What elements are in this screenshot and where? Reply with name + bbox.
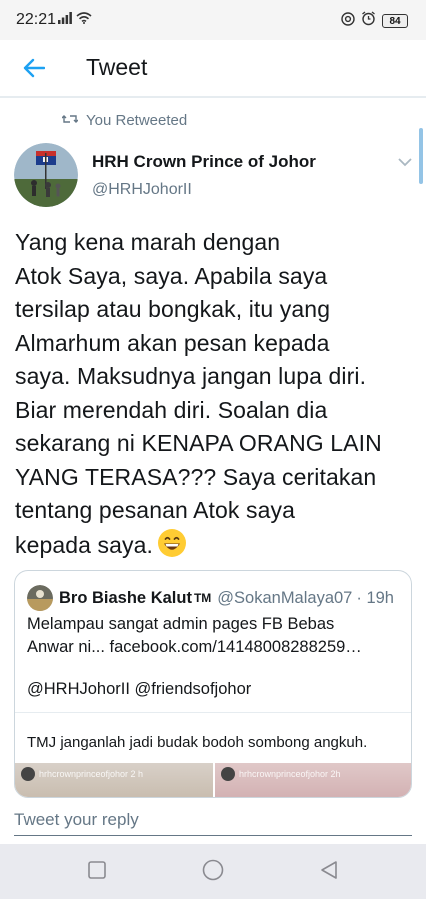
- quoted-time: · 19h: [356, 588, 394, 607]
- status-icons-right: 84: [341, 11, 408, 31]
- reply-bar: [0, 798, 426, 844]
- alarm-icon: [361, 11, 376, 31]
- quoted-author-mark: TM: [193, 591, 212, 605]
- circle-icon: [202, 859, 224, 886]
- media-thumbnail[interactable]: hrhcrownprinceofjohor 2 h: [15, 763, 213, 797]
- at-sign-icon: [341, 11, 355, 31]
- page-title: Tweet: [86, 54, 148, 80]
- quoted-tweet-header: Bro Biashe Kalut TM @SokanMalaya07 · 19h: [27, 585, 394, 611]
- quoted-tweet[interactable]: Bro Biashe Kalut TM @SokanMalaya07 · 19h…: [14, 570, 412, 798]
- author-name[interactable]: HRH Crown Prince of Johor: [92, 152, 316, 172]
- wifi-icon: [76, 11, 92, 29]
- system-nav-bar: [0, 844, 426, 899]
- media-label: hrhcrownprinceofjohor 2 h: [39, 769, 144, 779]
- quoted-avatar: [27, 585, 53, 611]
- chevron-down-icon: [398, 154, 412, 172]
- avatar[interactable]: [14, 143, 78, 207]
- back-button[interactable]: [14, 50, 54, 90]
- quoted-inner-text: TMJ janganlah jadi budak bodoh sombong a…: [27, 734, 368, 751]
- status-icons-left: [58, 12, 92, 28]
- scrollbar[interactable]: [419, 128, 423, 184]
- quoted-text-link-line[interactable]: Anwar ni... facebook.com/14148008288259…: [27, 636, 407, 659]
- retweet-icon: [61, 112, 79, 129]
- quoted-mentions[interactable]: @HRHJohorII @friendsofjohor: [27, 680, 251, 699]
- quoted-text-line: Melampau sangat admin pages FB Bebas: [27, 615, 335, 633]
- author-handle[interactable]: @HRHJohorII: [92, 181, 192, 199]
- square-icon: [88, 860, 106, 884]
- quoted-text: Melampau sangat admin pages FB Bebas Anw…: [27, 613, 407, 659]
- app-bar: Tweet: [0, 40, 426, 98]
- back-nav-button[interactable]: [315, 858, 343, 886]
- recent-apps-button[interactable]: [83, 858, 111, 886]
- quoted-author-handle: @SokanMalaya07: [217, 588, 353, 607]
- tweet-body: Yang kena marah dengan Atok Saya, saya. …: [15, 229, 382, 558]
- retweet-context-label: You Retweeted: [86, 112, 188, 129]
- media-avatar: [21, 767, 35, 781]
- arrow-left-icon: [23, 58, 46, 83]
- media-label: hrhcrownprinceofjohor 2h: [239, 769, 341, 779]
- media-thumbnail[interactable]: hrhcrownprinceofjohor 2h: [215, 763, 411, 797]
- tweet-options-button[interactable]: [392, 150, 418, 176]
- status-time: 22:21: [16, 11, 57, 28]
- quoted-media[interactable]: hrhcrownprinceofjohor 2 h hrhcrownprince…: [15, 763, 411, 797]
- battery-icon: 84: [382, 14, 408, 28]
- retweet-context: You Retweeted: [61, 112, 188, 129]
- quoted-inner-post: TMJ janganlah jadi budak bodoh sombong a…: [15, 712, 411, 766]
- home-button[interactable]: [199, 858, 227, 886]
- quoted-author-name: Bro Biashe Kalut: [59, 588, 192, 607]
- status-bar: 22:21 84: [0, 0, 426, 40]
- media-avatar: [221, 767, 235, 781]
- grinning-face-icon: [157, 528, 187, 568]
- tweet-text: Yang kena marah dengan Atok Saya, saya. …: [15, 226, 421, 567]
- reply-input[interactable]: [14, 798, 412, 836]
- signal-icon: [58, 11, 72, 29]
- triangle-back-icon: [319, 860, 339, 885]
